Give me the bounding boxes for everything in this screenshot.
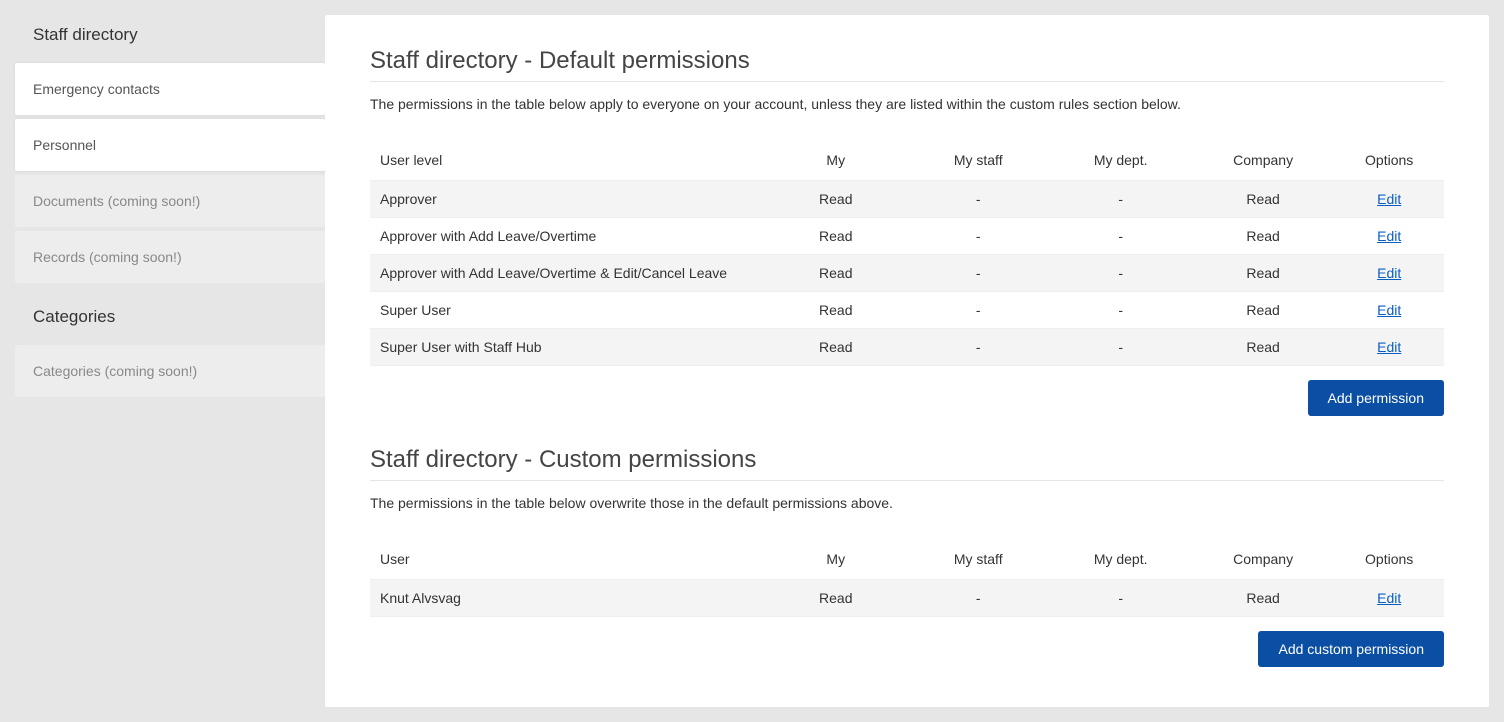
col-header-options: Options (1334, 539, 1444, 580)
edit-link[interactable]: Edit (1377, 228, 1401, 244)
sidebar-item-records: Records (coming soon!) (15, 231, 325, 283)
sidebar-item-label: Documents (coming soon!) (33, 193, 200, 209)
cell-user-level: Approver with Add Leave/Overtime & Edit/… (370, 255, 765, 292)
col-header-options: Options (1334, 140, 1444, 181)
cell-my: Read (765, 292, 907, 329)
edit-link[interactable]: Edit (1377, 302, 1401, 318)
col-header-company: Company (1192, 539, 1334, 580)
cell-my-staff: - (907, 218, 1049, 255)
cell-my-dept: - (1049, 292, 1191, 329)
sidebar-heading-categories: Categories (15, 287, 325, 345)
edit-link[interactable]: Edit (1377, 590, 1401, 606)
cell-my: Read (765, 218, 907, 255)
col-header-my: My (765, 539, 907, 580)
custom-permissions-title: Staff directory - Custom permissions (370, 446, 1444, 481)
col-header-my-staff: My staff (907, 539, 1049, 580)
col-header-my-dept: My dept. (1049, 539, 1191, 580)
cell-my-dept: - (1049, 580, 1191, 617)
table-row: Super User with Staff Hub Read - - Read … (370, 329, 1444, 366)
sidebar-item-categories: Categories (coming soon!) (15, 345, 325, 397)
edit-link[interactable]: Edit (1377, 265, 1401, 281)
cell-my: Read (765, 580, 907, 617)
col-header-my-dept: My dept. (1049, 140, 1191, 181)
default-permissions-title: Staff directory - Default permissions (370, 47, 1444, 82)
cell-user-level: Approver (370, 181, 765, 218)
cell-my-staff: - (907, 181, 1049, 218)
table-row: Super User Read - - Read Edit (370, 292, 1444, 329)
table-row: Approver Read - - Read Edit (370, 181, 1444, 218)
table-row: Approver with Add Leave/Overtime Read - … (370, 218, 1444, 255)
edit-link[interactable]: Edit (1377, 191, 1401, 207)
sidebar-item-documents: Documents (coming soon!) (15, 175, 325, 227)
cell-my-staff: - (907, 580, 1049, 617)
cell-company: Read (1192, 329, 1334, 366)
sidebar-item-personnel[interactable]: Personnel (15, 119, 325, 171)
add-permission-button[interactable]: Add permission (1308, 380, 1445, 416)
cell-my: Read (765, 181, 907, 218)
cell-my-dept: - (1049, 181, 1191, 218)
cell-my-staff: - (907, 329, 1049, 366)
table-row: Approver with Add Leave/Overtime & Edit/… (370, 255, 1444, 292)
cell-user-level: Super User (370, 292, 765, 329)
cell-my-dept: - (1049, 218, 1191, 255)
cell-user: Knut Alvsvag (370, 580, 765, 617)
sidebar-item-emergency-contacts[interactable]: Emergency contacts (15, 63, 325, 115)
cell-my-staff: - (907, 292, 1049, 329)
col-header-user: User (370, 539, 765, 580)
default-permissions-table: User level My My staff My dept. Company … (370, 140, 1444, 366)
cell-company: Read (1192, 181, 1334, 218)
main-panel: Staff directory - Default permissions Th… (325, 15, 1489, 707)
cell-company: Read (1192, 292, 1334, 329)
cell-my: Read (765, 255, 907, 292)
col-header-my-staff: My staff (907, 140, 1049, 181)
cell-user-level: Super User with Staff Hub (370, 329, 765, 366)
sidebar-item-label: Records (coming soon!) (33, 249, 182, 265)
sidebar-item-label: Personnel (33, 137, 96, 153)
default-permissions-desc: The permissions in the table below apply… (370, 96, 1444, 112)
sidebar-heading-staff-directory: Staff directory (15, 15, 325, 63)
add-custom-permission-button[interactable]: Add custom permission (1258, 631, 1444, 667)
cell-my-staff: - (907, 255, 1049, 292)
custom-permissions-table: User My My staff My dept. Company Option… (370, 539, 1444, 617)
cell-company: Read (1192, 218, 1334, 255)
cell-my-dept: - (1049, 329, 1191, 366)
sidebar-item-label: Emergency contacts (33, 81, 160, 97)
cell-company: Read (1192, 580, 1334, 617)
sidebar: Staff directory Emergency contacts Perso… (15, 15, 325, 707)
custom-permissions-desc: The permissions in the table below overw… (370, 495, 1444, 511)
edit-link[interactable]: Edit (1377, 339, 1401, 355)
col-header-user-level: User level (370, 140, 765, 181)
col-header-my: My (765, 140, 907, 181)
sidebar-item-label: Categories (coming soon!) (33, 363, 197, 379)
table-row: Knut Alvsvag Read - - Read Edit (370, 580, 1444, 617)
cell-user-level: Approver with Add Leave/Overtime (370, 218, 765, 255)
cell-my-dept: - (1049, 255, 1191, 292)
cell-my: Read (765, 329, 907, 366)
cell-company: Read (1192, 255, 1334, 292)
col-header-company: Company (1192, 140, 1334, 181)
